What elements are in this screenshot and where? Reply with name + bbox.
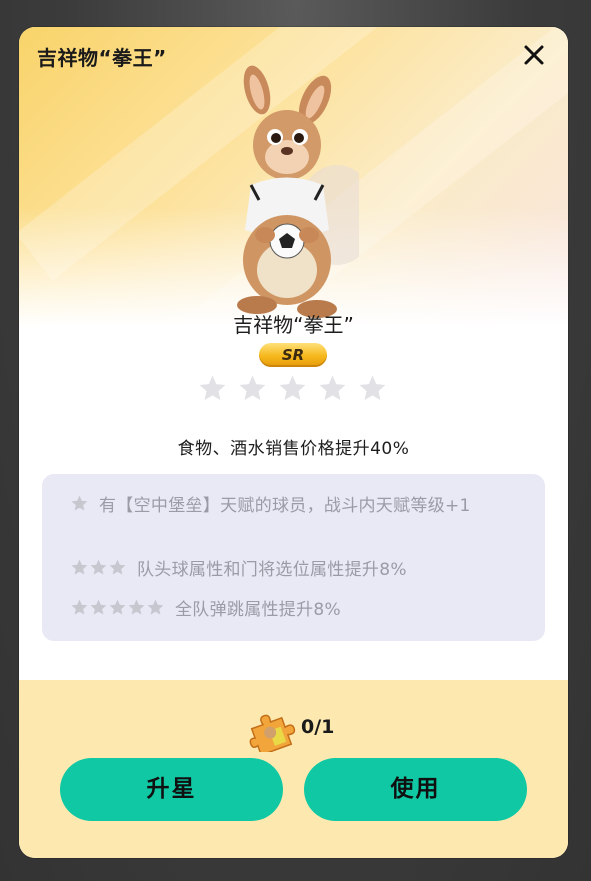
kangaroo-mascot-image <box>237 65 359 318</box>
star-icon <box>319 375 346 401</box>
star-bonus-text: 队头球属性和门将选位属性提升8% <box>137 560 407 580</box>
star-bonus-text: 全队弹跳属性提升8% <box>175 600 341 620</box>
puzzle-piece-icon <box>249 714 296 752</box>
rarity-badge: SR <box>259 343 327 367</box>
mascot-detail-dialog: 吉祥物“拳王” 吉祥物“拳王” SR 食物、酒水销售价格提升40% 有【空中堡垒… <box>19 27 568 858</box>
star-bonus-text: 有【空中堡垒】天赋的球员，战斗内天赋等级+1 <box>99 496 471 516</box>
star-icon <box>71 599 88 615</box>
star-icon <box>239 375 266 401</box>
close-icon <box>524 45 544 65</box>
mascot-name: 吉祥物“拳王” <box>233 313 354 337</box>
effect-description: 食物、酒水销售价格提升40% <box>177 439 410 459</box>
star-icon <box>199 375 226 401</box>
star-bonus-row-1: 有【空中堡垒】天赋的球员，战斗内天赋等级+1 <box>70 491 520 521</box>
star-rating <box>197 373 397 405</box>
star-requirement-1 <box>70 491 89 521</box>
dialog-title: 吉祥物“拳王” <box>37 46 167 70</box>
star-requirement-5 <box>70 598 165 622</box>
star-icon <box>71 495 88 511</box>
star-bonus-row-3: 队头球属性和门将选位属性提升8% <box>70 558 407 582</box>
star-icon <box>147 599 164 615</box>
fragment-count: 0/1 <box>301 716 335 738</box>
close-button[interactable] <box>519 40 549 70</box>
star-icon <box>128 599 145 615</box>
star-icon <box>279 375 306 401</box>
footer-panel: 0/1 升星 使用 <box>19 680 568 858</box>
use-button[interactable]: 使用 <box>304 758 527 821</box>
star-icon <box>90 559 107 575</box>
star-requirement-3 <box>70 558 127 582</box>
star-icon <box>109 599 126 615</box>
upgrade-star-button[interactable]: 升星 <box>60 758 283 821</box>
star-icon <box>90 599 107 615</box>
star-icon <box>109 559 126 575</box>
star-bonus-row-5: 全队弹跳属性提升8% <box>70 598 341 622</box>
star-bonus-panel: 有【空中堡垒】天赋的球员，战斗内天赋等级+1 队头球属性和门将选位属性提升8% … <box>42 474 545 641</box>
star-icon <box>359 375 386 401</box>
star-icon <box>71 559 88 575</box>
